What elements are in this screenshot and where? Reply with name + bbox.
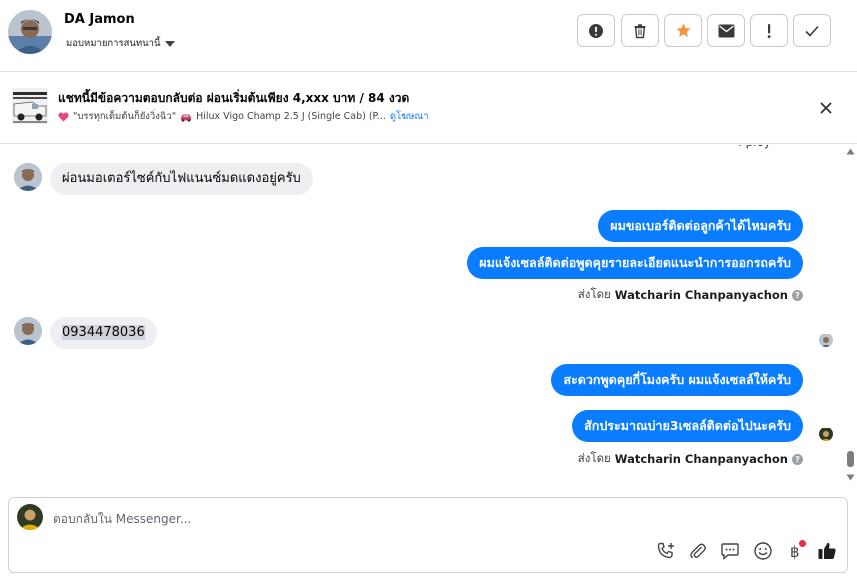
call-add-button[interactable] xyxy=(655,540,677,562)
notification-dot xyxy=(799,540,806,547)
message-thread[interactable]: . ploy ผ่อนมอเตอร์ไซค์กับไฟแนนซ์มดแดงอยู… xyxy=(0,145,843,490)
emoji-icon xyxy=(754,542,772,560)
report-icon xyxy=(589,23,603,38)
outgoing-message[interactable]: สะดวกพูดคุยกี่โมงครับ ผมแจ้งเซลล์ให้ครับ xyxy=(551,364,803,396)
outgoing-message[interactable]: ผมขอเบอร์ติดต่อลูกค้าได้ไหมครับ xyxy=(598,210,803,242)
sent-by-label: ส่งโดย xyxy=(577,287,611,301)
clipped-previous-text: . ploy xyxy=(738,145,771,149)
scroll-up-icon[interactable] xyxy=(846,148,855,155)
reply-composer: ฿ xyxy=(8,497,848,573)
exclamation-icon xyxy=(767,23,771,38)
attach-button[interactable] xyxy=(687,540,709,562)
mark-unread-button[interactable] xyxy=(707,14,745,47)
like-button[interactable] xyxy=(816,540,838,562)
contact-avatar[interactable] xyxy=(8,10,52,54)
ad-thumbnail[interactable] xyxy=(12,88,48,124)
sent-by-label: ส่งโดย xyxy=(577,451,611,465)
mark-done-button[interactable] xyxy=(793,14,831,47)
sent-by-line: ส่งโดย Watcharin Chanpanyachon ? xyxy=(578,450,803,468)
scroll-down-icon[interactable] xyxy=(846,474,855,481)
paperclip-icon xyxy=(690,543,706,559)
payment-button[interactable]: ฿ xyxy=(784,540,806,562)
saved-replies-button[interactable] xyxy=(719,540,741,562)
mail-icon xyxy=(718,24,734,37)
conversation-header: DA Jamon มอบหมายการสนทนานี้ xyxy=(0,0,857,72)
assign-conversation-dropdown[interactable]: มอบหมายการสนทนานี้ xyxy=(66,36,175,51)
emoji-button[interactable] xyxy=(752,540,774,562)
chat-bubble-icon xyxy=(721,543,739,561)
spam-button[interactable] xyxy=(750,14,788,47)
star-button[interactable] xyxy=(664,14,702,47)
read-receipt-avatar xyxy=(819,427,833,441)
sent-by-line: ส่งโดย Watcharin Chanpanyachon ? xyxy=(578,286,803,304)
svg-text:฿: ฿ xyxy=(790,543,800,561)
sender-name: Watcharin Chanpanyachon xyxy=(614,452,788,466)
view-ad-link[interactable]: ดูโฆษณา xyxy=(390,109,429,124)
ad-headline: "บรรทุกเต็มต้นก็ยังวิ่งฉิว" xyxy=(73,111,177,122)
trash-icon xyxy=(634,23,646,38)
assign-label: มอบหมายการสนทนานี้ xyxy=(66,38,161,49)
thumbs-up-icon xyxy=(818,542,836,559)
inbox-conversation: DA Jamon มอบหมายการสนทนานี้ แชทนี้มีข้อค… xyxy=(0,0,857,584)
caret-down-icon xyxy=(164,40,175,47)
outgoing-message[interactable]: สักประมาณบ่าย3เซลล์ติดต่อไปนะครับ xyxy=(572,410,803,442)
selected-phone-number[interactable]: 0934478036 xyxy=(62,325,145,340)
sender-name: Watcharin Chanpanyachon xyxy=(614,288,788,302)
contact-name[interactable]: DA Jamon xyxy=(64,12,135,27)
delete-button[interactable] xyxy=(621,14,659,47)
read-receipt-avatar xyxy=(819,333,833,347)
check-icon xyxy=(805,25,819,37)
incoming-message[interactable]: ผ่อนมอเตอร์ไซค์กับไฟแนนซ์มดแดงอยู่ครับ xyxy=(50,163,313,195)
ad-vehicle: Hilux Vigo Champ 2.5 J (Single Cab) (P..… xyxy=(196,111,386,122)
ad-subtitle-row: "บรรทุกเต็มต้นก็ยังวิ่งฉิว" Hilux Vigo C… xyxy=(58,109,429,124)
outgoing-message[interactable]: ผมแจ้งเซลล์ติดต่อพูดคุยรายละเอียดแนะนำกา… xyxy=(467,247,803,279)
help-icon[interactable]: ? xyxy=(792,453,803,465)
incoming-message[interactable]: 0934478036 xyxy=(50,317,157,349)
star-icon xyxy=(675,23,691,37)
car-icon xyxy=(181,114,192,122)
ad-context-bar: แชทนี้มีข้อความตอบกลับต่อ ผ่อนเริ่มต้นเพ… xyxy=(0,72,857,144)
ad-title: แชทนี้มีข้อความตอบกลับต่อ ผ่อนเริ่มต้นเพ… xyxy=(58,91,410,105)
scrollbar-thumb[interactable] xyxy=(847,451,854,467)
page-avatar xyxy=(17,504,43,530)
contact-avatar-small[interactable] xyxy=(14,317,42,345)
help-icon[interactable]: ? xyxy=(792,289,803,301)
contact-avatar-small[interactable] xyxy=(14,163,42,191)
reply-input[interactable] xyxy=(53,508,613,530)
heart-icon xyxy=(58,112,69,122)
close-icon xyxy=(820,102,832,114)
close-ad-bar-button[interactable] xyxy=(818,100,834,120)
report-button[interactable] xyxy=(577,14,615,47)
thread-scrollbar[interactable] xyxy=(843,145,857,490)
call-add-icon xyxy=(657,542,674,559)
